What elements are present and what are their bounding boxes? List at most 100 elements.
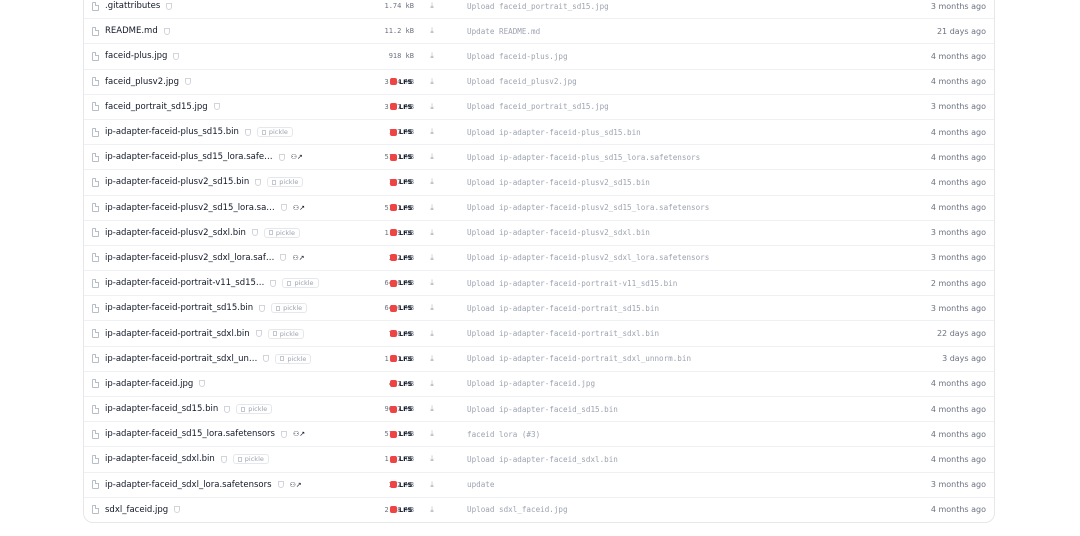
safetensors-icon[interactable]: ⚇↗ [293,430,305,438]
shield-icon[interactable] [278,153,285,161]
commit-message-link[interactable]: Upload ip-adapter-faceid-plusv2_sd15_lor… [467,203,709,212]
download-icon[interactable]: ⤓ [427,329,437,339]
file-name-link[interactable]: ip-adapter-faceid-plus_sd15.bin [105,127,239,137]
file-name-link[interactable]: README.md [105,26,158,36]
lfs-label: LFS [399,405,413,414]
download-icon[interactable]: ⤓ [427,480,437,490]
download-icon[interactable]: ⤓ [427,152,437,162]
safetensors-icon[interactable]: ⚇↗ [290,481,302,489]
shield-icon[interactable] [224,405,231,413]
commit-message-link[interactable]: Upload ip-adapter-faceid-plusv2_sd15.bin [467,178,650,187]
shield-icon[interactable] [166,2,173,10]
file-name-link[interactable]: ip-adapter-faceid-portrait_sd15.bin [105,303,253,313]
shield-icon[interactable] [173,52,180,60]
pickle-badge[interactable]: pickle [267,177,304,188]
commit-message-link[interactable]: Upload ip-adapter-faceid-plus_sd15_lora.… [467,153,700,162]
shield-icon[interactable] [280,204,287,212]
shield-icon[interactable] [213,103,220,111]
download-icon[interactable]: ⤓ [427,102,437,112]
shield-icon[interactable] [220,455,227,463]
pickle-badge[interactable]: pickle [275,353,312,364]
file-name-link[interactable]: ip-adapter-faceid-portrait_sdxl_un… [105,354,257,364]
commit-message-link[interactable]: Upload ip-adapter-faceid.jpg [467,379,595,388]
download-icon[interactable]: ⤓ [427,379,437,389]
commit-message-link[interactable]: Upload ip-adapter-faceid-portrait_sdxl_u… [467,354,691,363]
shield-icon[interactable] [184,78,191,86]
pickle-badge[interactable]: pickle [236,404,273,415]
pickle-badge[interactable]: pickle [267,328,304,339]
shield-icon[interactable] [280,430,287,438]
download-icon[interactable]: ⤓ [427,51,437,61]
download-icon[interactable]: ⤓ [427,1,437,11]
safetensors-icon[interactable]: ⚇↗ [291,153,303,161]
commit-message-link[interactable]: Upload ip-adapter-faceid_sd15.bin [467,405,618,414]
commit-message-link[interactable]: Upload faceid-plus.jpg [467,52,568,61]
shield-icon[interactable] [244,128,251,136]
commit-message-link[interactable]: Upload ip-adapter-faceid-portrait-v11_sd… [467,279,677,288]
shield-icon[interactable] [255,178,262,186]
pickle-badge[interactable]: pickle [263,227,300,238]
file-name-link[interactable]: ip-adapter-faceid_sdxl_lora.safetensors [105,480,272,490]
shield-icon[interactable] [255,330,262,338]
download-icon[interactable]: ⤓ [427,253,437,263]
file-name-link[interactable]: ip-adapter-faceid-portrait-v11_sd15… [105,278,264,288]
download-icon[interactable]: ⤓ [427,228,437,238]
commit-message-link[interactable]: Upload faceid_portrait_sd15.jpg [467,102,609,111]
shield-icon[interactable] [263,355,270,363]
commit-message-link[interactable]: faceid lora (#3) [467,430,540,439]
pickle-badge[interactable]: pickle [256,127,293,138]
download-icon[interactable]: ⤓ [427,454,437,464]
commit-message-link[interactable]: Upload sdxl_faceid.jpg [467,505,568,514]
file-name-link[interactable]: ip-adapter-faceid-plusv2_sd15.bin [105,177,249,187]
shield-icon[interactable] [199,380,206,388]
shield-icon[interactable] [163,27,170,35]
shield-icon[interactable] [270,279,277,287]
download-icon[interactable]: ⤓ [427,303,437,313]
commit-message-link[interactable]: Upload ip-adapter-faceid_sdxl.bin [467,455,618,464]
commit-message-link[interactable]: Upload ip-adapter-faceid-plusv2_sdxl_lor… [467,253,709,262]
pickle-badge[interactable]: pickle [232,454,269,465]
commit-message-link[interactable]: Upload faceid_plusv2.jpg [467,77,577,86]
download-icon[interactable]: ⤓ [427,203,437,213]
pickle-badge[interactable]: pickle [282,278,319,289]
file-name-link[interactable]: ip-adapter-faceid-plusv2_sd15_lora.sa… [105,203,275,213]
file-name-link[interactable]: ip-adapter-faceid-plusv2_sdxl_lora.saf… [105,253,274,263]
safetensors-icon[interactable]: ⚇↗ [293,204,305,212]
commit-date: 3 months ago [930,102,986,112]
shield-icon[interactable] [174,506,181,514]
file-name-link[interactable]: ip-adapter-faceid_sdxl.bin [105,454,215,464]
file-name-link[interactable]: ip-adapter-faceid-plusv2_sdxl.bin [105,228,246,238]
file-name-link[interactable]: faceid_plusv2.jpg [105,77,179,87]
file-name-link[interactable]: ip-adapter-faceid-portrait_sdxl.bin [105,329,250,339]
download-icon[interactable]: ⤓ [427,429,437,439]
commit-message-link[interactable]: update [467,480,494,489]
file-name-link[interactable]: ip-adapter-faceid.jpg [105,379,193,389]
download-icon[interactable]: ⤓ [427,127,437,137]
file-name-link[interactable]: .gitattributes [105,1,160,11]
download-icon[interactable]: ⤓ [427,77,437,87]
download-icon[interactable]: ⤓ [427,505,437,515]
shield-icon[interactable] [251,229,258,237]
shield-icon[interactable] [277,481,284,489]
file-name-link[interactable]: faceid-plus.jpg [105,51,167,61]
commit-message-link[interactable]: Upload ip-adapter-faceid-portrait_sd15.b… [467,304,659,313]
pickle-badge[interactable]: pickle [271,303,308,314]
file-name-link[interactable]: sdxl_faceid.jpg [105,505,168,515]
download-icon[interactable]: ⤓ [427,177,437,187]
download-icon[interactable]: ⤓ [427,278,437,288]
commit-message-link[interactable]: Upload ip-adapter-faceid-portrait_sdxl.b… [467,329,659,338]
shield-icon[interactable] [259,304,266,312]
commit-message-link[interactable]: Update README.md [467,27,540,36]
file-name-link[interactable]: ip-adapter-faceid-plus_sd15_lora.safe… [105,152,273,162]
commit-message-link[interactable]: Upload ip-adapter-faceid-plus_sd15.bin [467,128,641,137]
file-name-link[interactable]: ip-adapter-faceid_sd15_lora.safetensors [105,429,275,439]
download-icon[interactable]: ⤓ [427,354,437,364]
commit-message-link[interactable]: Upload faceid_portrait_sd15.jpg [467,2,609,11]
download-icon[interactable]: ⤓ [427,26,437,36]
shield-icon[interactable] [280,254,287,262]
commit-message-link[interactable]: Upload ip-adapter-faceid-plusv2_sdxl.bin [467,228,650,237]
download-icon[interactable]: ⤓ [427,404,437,414]
safetensors-icon[interactable]: ⚇↗ [292,254,304,262]
file-name-link[interactable]: faceid_portrait_sd15.jpg [105,102,208,112]
file-name-link[interactable]: ip-adapter-faceid_sd15.bin [105,404,218,414]
